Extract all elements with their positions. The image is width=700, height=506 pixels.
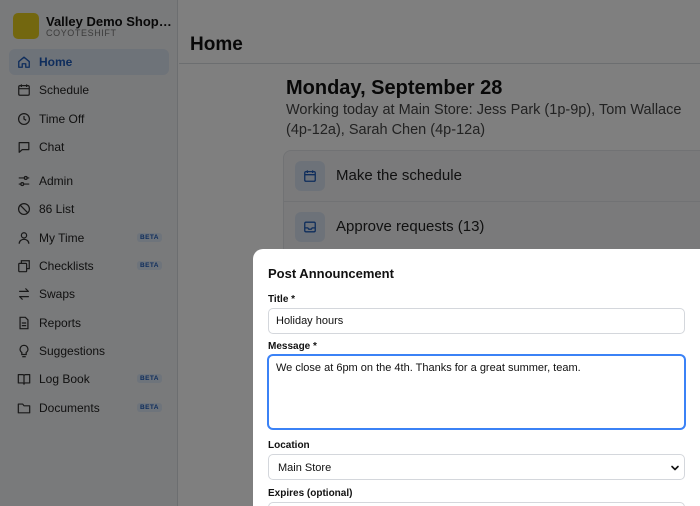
location-select-value: Main Store <box>278 462 332 474</box>
expires-input[interactable] <box>268 502 685 506</box>
message-label: Message * <box>268 341 317 352</box>
title-label: Title * <box>268 294 296 305</box>
post-announcement-modal: Post Announcement Title * Message * We c… <box>253 249 700 506</box>
modal-title: Post Announcement <box>268 266 394 281</box>
location-select[interactable]: Main Store <box>268 454 685 480</box>
message-textarea[interactable]: We close at 6pm on the 4th. Thanks for a… <box>268 355 685 429</box>
expires-label: Expires (optional) <box>268 488 353 499</box>
title-input[interactable] <box>268 308 685 334</box>
chevron-down-icon <box>670 463 680 473</box>
location-label: Location <box>268 440 310 451</box>
